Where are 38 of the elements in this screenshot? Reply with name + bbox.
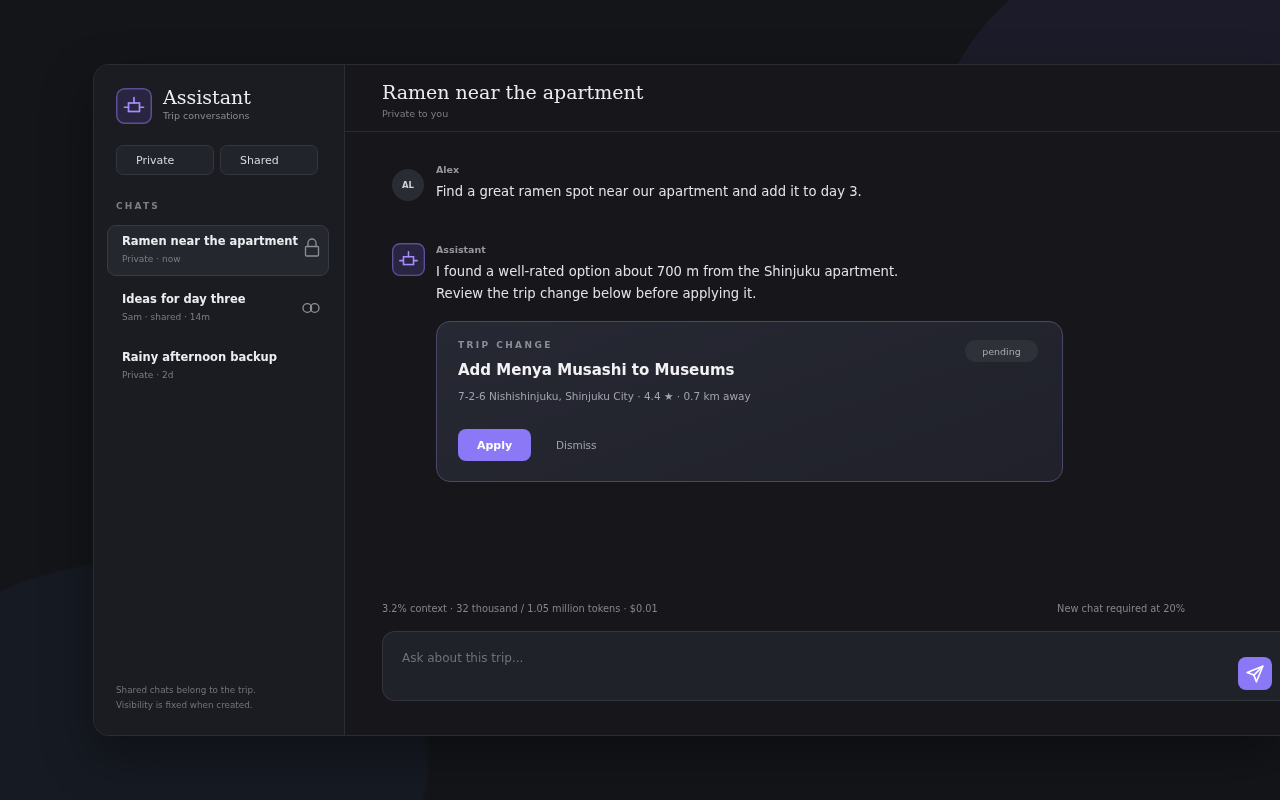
send-button[interactable] (1238, 657, 1272, 690)
linked-circles-icon (302, 302, 320, 313)
new-chat-button[interactable]: Shared (220, 145, 318, 175)
card-label: TRIP CHANGE (458, 339, 554, 352)
app-subtitle: Trip conversations (163, 109, 251, 122)
chat-visibility-label: Private to you (382, 107, 450, 121)
card-title: Add Menya Musashi to Museums (458, 360, 736, 380)
message-text: I found a well-rated option about 700 m from the Shinjuku apartment. (436, 263, 900, 281)
section-label: CHATS (116, 200, 162, 212)
message-input-field[interactable]: Ask about this trip... (382, 631, 1280, 701)
message-author: Alex (436, 163, 461, 177)
chat-meta: Private · 2d (122, 369, 175, 382)
footer-note: Shared chats belong to the trip. (116, 684, 257, 697)
footer-note: Visibility is fixed when created. (116, 699, 254, 712)
chat-name: Rainy afternoon backup (122, 349, 279, 365)
chat-name: Ideas for day three (122, 291, 247, 307)
status-badge: pending (965, 340, 1038, 362)
robot-icon (392, 243, 425, 276)
dismiss-button[interactable]: Dismiss (552, 435, 601, 455)
limit-note: New chat required at 20% (1057, 602, 1185, 616)
robot-icon (116, 88, 152, 124)
user-avatar: AL (392, 169, 424, 201)
chat-list-item[interactable]: Ideas for day three Sam · shared · 14m (107, 283, 329, 334)
chat-name: Ramen near the apartment (122, 233, 299, 249)
app-title: Assistant (163, 86, 251, 108)
place-details: 7-2-6 Nishishinjuku, Shinjuku City · 4.4 ★ · 0.7 km away (458, 389, 751, 403)
message-author: Assistant (436, 243, 487, 257)
chat-list-item[interactable]: Rainy afternoon backup Private · 2d (107, 341, 329, 392)
chat-list-item[interactable]: Ramen near the apartment Private · now (107, 225, 329, 276)
token-usage: 3.2% context · 32 thousand / 1.05 million tokens · $0.01 (382, 602, 658, 616)
new-chat-button[interactable]: Private (116, 145, 214, 175)
send-icon (1246, 664, 1264, 683)
lock-icon (304, 236, 320, 257)
chat-meta: Sam · shared · 14m (122, 311, 212, 324)
chat-title: Ramen near the apartment (382, 80, 645, 104)
message-text: Review the trip change below before applying it. (436, 285, 758, 303)
message-text: Find a great ramen spot near our apartment and add it to day 3. (436, 183, 862, 201)
chat-meta: Private · now (122, 253, 182, 266)
